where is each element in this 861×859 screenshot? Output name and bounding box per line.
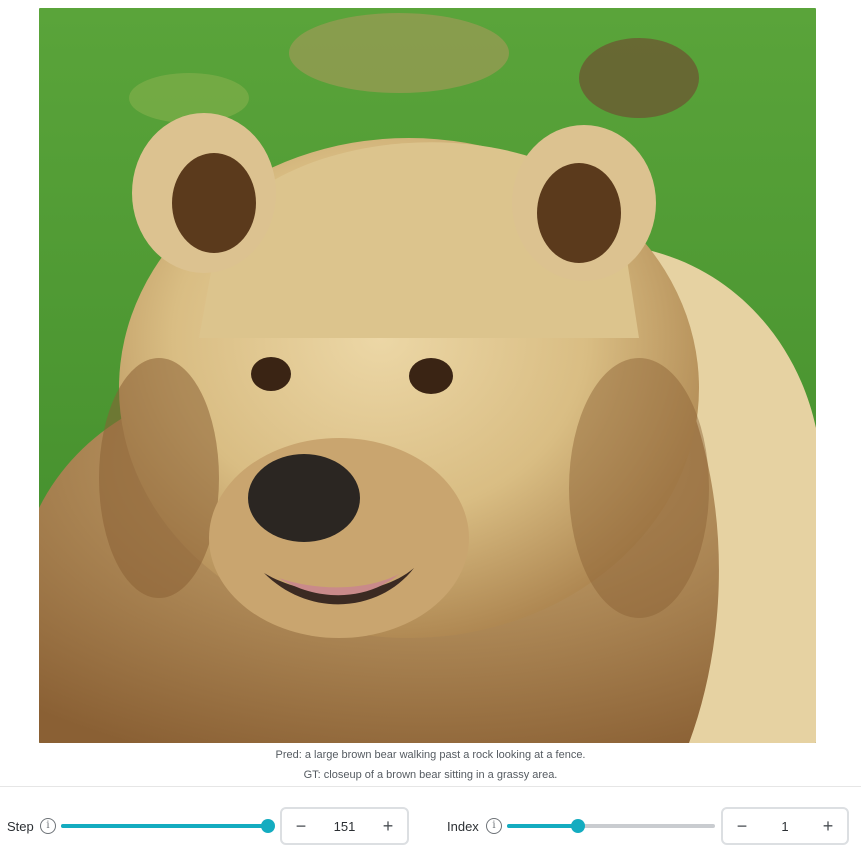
divider <box>0 786 861 787</box>
index-number-input: − 1 + <box>721 807 849 845</box>
prediction-caption: Pred: a large brown bear walking past a … <box>275 749 586 761</box>
step-number-input: − 151 + <box>280 807 409 845</box>
index-info-icon[interactable]: i <box>486 818 502 834</box>
index-value[interactable]: 1 <box>761 819 809 834</box>
index-slider-fill <box>507 824 578 828</box>
index-label: Index <box>447 819 479 834</box>
index-decrement-button[interactable]: − <box>723 809 761 843</box>
ground-truth-caption: GT: closeup of a brown bear sitting in a… <box>303 769 558 781</box>
index-increment-button[interactable]: + <box>809 809 847 843</box>
step-label: Step <box>7 819 34 834</box>
step-slider[interactable] <box>61 819 275 833</box>
sample-image <box>39 8 816 743</box>
step-slider-thumb[interactable] <box>261 819 275 833</box>
step-increment-button[interactable]: + <box>369 809 407 843</box>
step-slider-fill <box>61 824 268 828</box>
index-slider-thumb[interactable] <box>570 819 585 833</box>
step-decrement-button[interactable]: − <box>282 809 320 843</box>
bear-photo <box>39 8 816 743</box>
step-info-icon[interactable]: i <box>40 818 56 834</box>
index-slider[interactable] <box>507 819 715 833</box>
step-value[interactable]: 151 <box>320 819 369 834</box>
